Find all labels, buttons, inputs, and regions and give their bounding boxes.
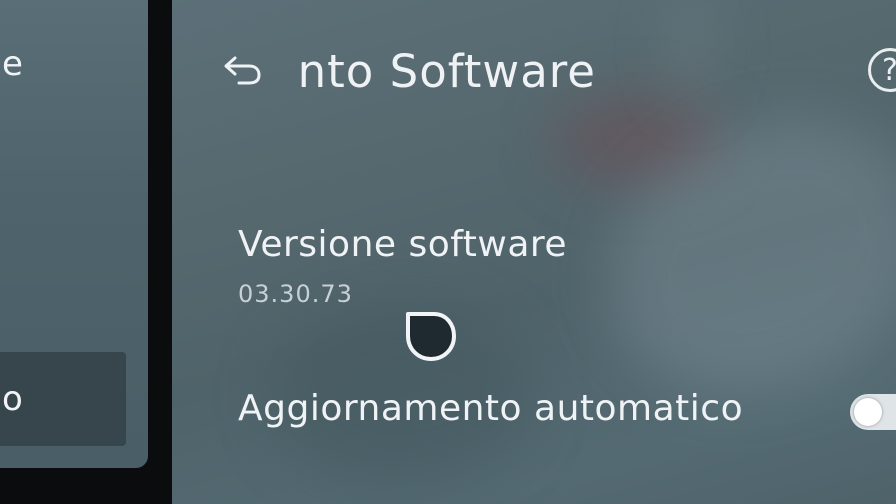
toggle-knob xyxy=(854,398,882,426)
background-blur xyxy=(672,0,712,106)
help-button[interactable]: ? xyxy=(868,48,896,92)
software-update-panel: nto Software ? Versione software 03.30.7… xyxy=(172,0,896,504)
sidebar-item-1[interactable]: ne xyxy=(0,44,23,84)
sidebar-item-label: ne xyxy=(0,44,24,84)
software-version-value: 03.30.73 xyxy=(238,280,353,308)
sidebar-item-label: e xyxy=(0,270,1,310)
panel-header: nto Software xyxy=(220,36,596,106)
sidebar-item-label: no xyxy=(0,379,24,419)
remote-pointer-icon xyxy=(406,312,456,361)
question-circle-icon: ? xyxy=(882,53,896,88)
auto-update-toggle[interactable] xyxy=(850,394,896,430)
back-arrow-icon xyxy=(224,56,261,85)
sidebar-item-selected[interactable]: no xyxy=(0,352,126,446)
page-title-container: nto Software xyxy=(266,45,596,98)
software-version-label: Versione software xyxy=(238,224,568,265)
page-title: nto Software xyxy=(297,44,596,98)
tv-settings-screen: ne e no nto Software ? V xyxy=(0,0,896,504)
back-button[interactable] xyxy=(220,48,266,94)
auto-update-label[interactable]: Aggiornamento automatico xyxy=(238,388,743,429)
sidebar-item-2[interactable]: e xyxy=(0,270,1,310)
settings-sidebar: ne e no xyxy=(0,0,148,468)
